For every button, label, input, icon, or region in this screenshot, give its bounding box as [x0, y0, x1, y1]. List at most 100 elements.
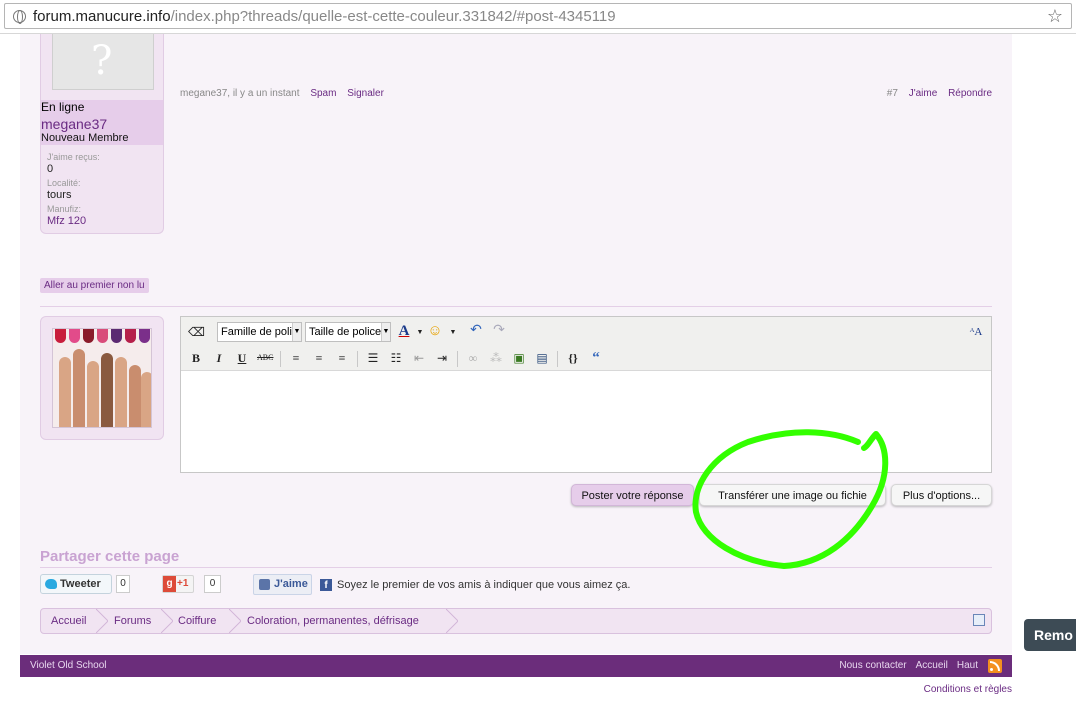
style-chooser-link[interactable]: Violet Old School [30, 660, 107, 671]
post-number[interactable]: #7 [887, 88, 898, 99]
post-actions: #7 J'aime Répondre [887, 88, 992, 99]
divider [40, 306, 992, 307]
strikethrough-icon[interactable]: ABC [257, 350, 273, 366]
likes-label: J'aime reçus: [47, 152, 100, 162]
numbered-list-icon[interactable]: ☷ [388, 350, 404, 366]
nail-drip [83, 329, 94, 343]
tweet-count: 0 [116, 575, 130, 593]
align-right-icon[interactable]: ≡ [334, 350, 350, 366]
tweet-button[interactable]: Tweeter [40, 574, 112, 594]
chevron-down-icon[interactable]: ▼ [445, 324, 461, 340]
breadcrumb-home[interactable]: Accueil [51, 609, 86, 633]
username-link[interactable]: megane37 [41, 116, 107, 132]
bullet-list-icon[interactable]: ☰ [365, 350, 381, 366]
nail-drip [55, 329, 66, 343]
address-bar[interactable]: forum.manucure.info/index.php?threads/qu… [4, 3, 1072, 29]
side-tab[interactable]: Remo [1024, 619, 1076, 651]
breadcrumb-separator [446, 609, 458, 633]
google-plus-button[interactable]: g +1 [162, 575, 194, 593]
post-reply-button[interactable]: Poster votre réponse [571, 484, 694, 506]
rich-text-editor: ⌫ Famille de polic ▼ Taille de police ▼ A … [180, 316, 992, 473]
breadcrumb-forums[interactable]: Forums [114, 609, 151, 633]
browser-toolbar: forum.manucure.info/index.php?threads/qu… [0, 0, 1076, 34]
font-family-select[interactable]: Famille de polic ▼ [217, 322, 302, 342]
breadcrumb-coiffure[interactable]: Coiffure [178, 609, 216, 633]
first-unread-button[interactable]: Aller au premier non lu [40, 278, 149, 293]
text-color-icon[interactable]: A [396, 323, 412, 339]
underline-icon[interactable]: U [234, 350, 250, 366]
jump-icon[interactable] [973, 614, 985, 626]
finger [129, 365, 141, 427]
spam-link[interactable]: Spam [310, 88, 336, 99]
separator [457, 351, 458, 367]
footer-links: Nous contacter Accueil Haut [830, 660, 978, 671]
chevron-down-icon[interactable]: ▼ [412, 324, 428, 340]
more-options-button[interactable]: Plus d'options... [891, 484, 992, 506]
undo-icon[interactable]: ↶ [468, 323, 484, 339]
nail-drip [69, 329, 80, 343]
quote-icon[interactable]: “ [588, 350, 604, 366]
finger [73, 349, 85, 427]
media-icon[interactable]: ▤ [534, 350, 550, 366]
breadcrumb-separator [229, 609, 241, 633]
like-link[interactable]: J'aime [909, 88, 938, 99]
manufiz-value[interactable]: Mfz 120 [47, 215, 86, 227]
nail-drip [111, 329, 122, 343]
avatar[interactable]: ? [52, 34, 154, 90]
image-icon[interactable]: ▣ [511, 350, 527, 366]
report-link[interactable]: Signaler [347, 88, 384, 99]
breadcrumb: Accueil Forums Coiffure Coloration, perm… [40, 608, 992, 634]
thumbs-up-icon [259, 579, 270, 590]
reply-link[interactable]: Répondre [948, 88, 992, 99]
upload-file-button[interactable]: Transférer une image ou fichie [699, 484, 886, 506]
divider [40, 567, 992, 568]
align-center-icon[interactable]: ≡ [311, 350, 327, 366]
breadcrumb-current[interactable]: Coloration, permanentes, défrisage [247, 609, 419, 633]
user-rank: Nouveau Membre [41, 132, 129, 144]
breadcrumb-separator [161, 609, 173, 633]
contact-link[interactable]: Nous contacter [839, 660, 906, 671]
editor-toolbar: ⌫ Famille de polic ▼ Taille de police ▼ A … [181, 317, 991, 371]
unlink-icon[interactable]: ⁂ [488, 350, 504, 366]
align-left-icon[interactable]: ≡ [288, 350, 304, 366]
indent-icon[interactable]: ⇥ [434, 350, 450, 366]
link-icon[interactable]: ∞ [465, 350, 481, 366]
toggle-source-icon[interactable]: ᴬA [968, 324, 984, 340]
bold-icon[interactable]: B [188, 350, 204, 366]
finger [115, 357, 127, 427]
separator [280, 351, 281, 367]
finger [59, 357, 71, 427]
facebook-like-button[interactable]: J'aime [253, 574, 312, 595]
default-avatar-icon: ? [91, 38, 113, 84]
facebook-icon: f [320, 579, 332, 591]
home-link[interactable]: Accueil [916, 660, 948, 671]
locality-value: tours [47, 189, 72, 201]
redo-icon[interactable]: ↷ [491, 323, 507, 339]
online-status: En ligne [41, 100, 85, 114]
message-user-info: ? En ligne megane37 Nouveau Membre J'aim… [40, 34, 164, 234]
post-meta: megane37, il y a un instant Spam Signale… [180, 88, 384, 99]
quick-reply-user [40, 316, 164, 440]
bookmark-star-icon[interactable]: ☆ [1047, 6, 1063, 27]
rss-icon[interactable] [988, 659, 1002, 673]
url-text[interactable]: forum.manucure.info/index.php?threads/qu… [33, 8, 616, 25]
avatar[interactable] [52, 328, 152, 428]
smiley-icon[interactable]: ☺ [427, 323, 443, 339]
code-icon[interactable]: {} [565, 350, 581, 366]
twitter-bird-icon [45, 579, 57, 589]
footer: Violet Old School Nous contacter Accueil H… [20, 655, 1012, 677]
manufiz-label: Manufiz: [47, 204, 82, 214]
page-margin [1012, 34, 1076, 701]
nail-drip [97, 329, 108, 343]
terms-link[interactable]: Conditions et règles [924, 684, 1012, 695]
outdent-icon[interactable]: ⇤ [411, 350, 427, 366]
italic-icon[interactable]: I [211, 350, 227, 366]
finger [87, 361, 99, 427]
top-link[interactable]: Haut [957, 660, 978, 671]
eraser-icon[interactable]: ⌫ [188, 324, 205, 340]
separator [357, 351, 358, 367]
nail-drip [125, 329, 136, 343]
post-author-time[interactable]: megane37, il y a un instant [180, 88, 300, 99]
font-size-select[interactable]: Taille de police ▼ [305, 322, 391, 342]
finger [141, 372, 151, 427]
